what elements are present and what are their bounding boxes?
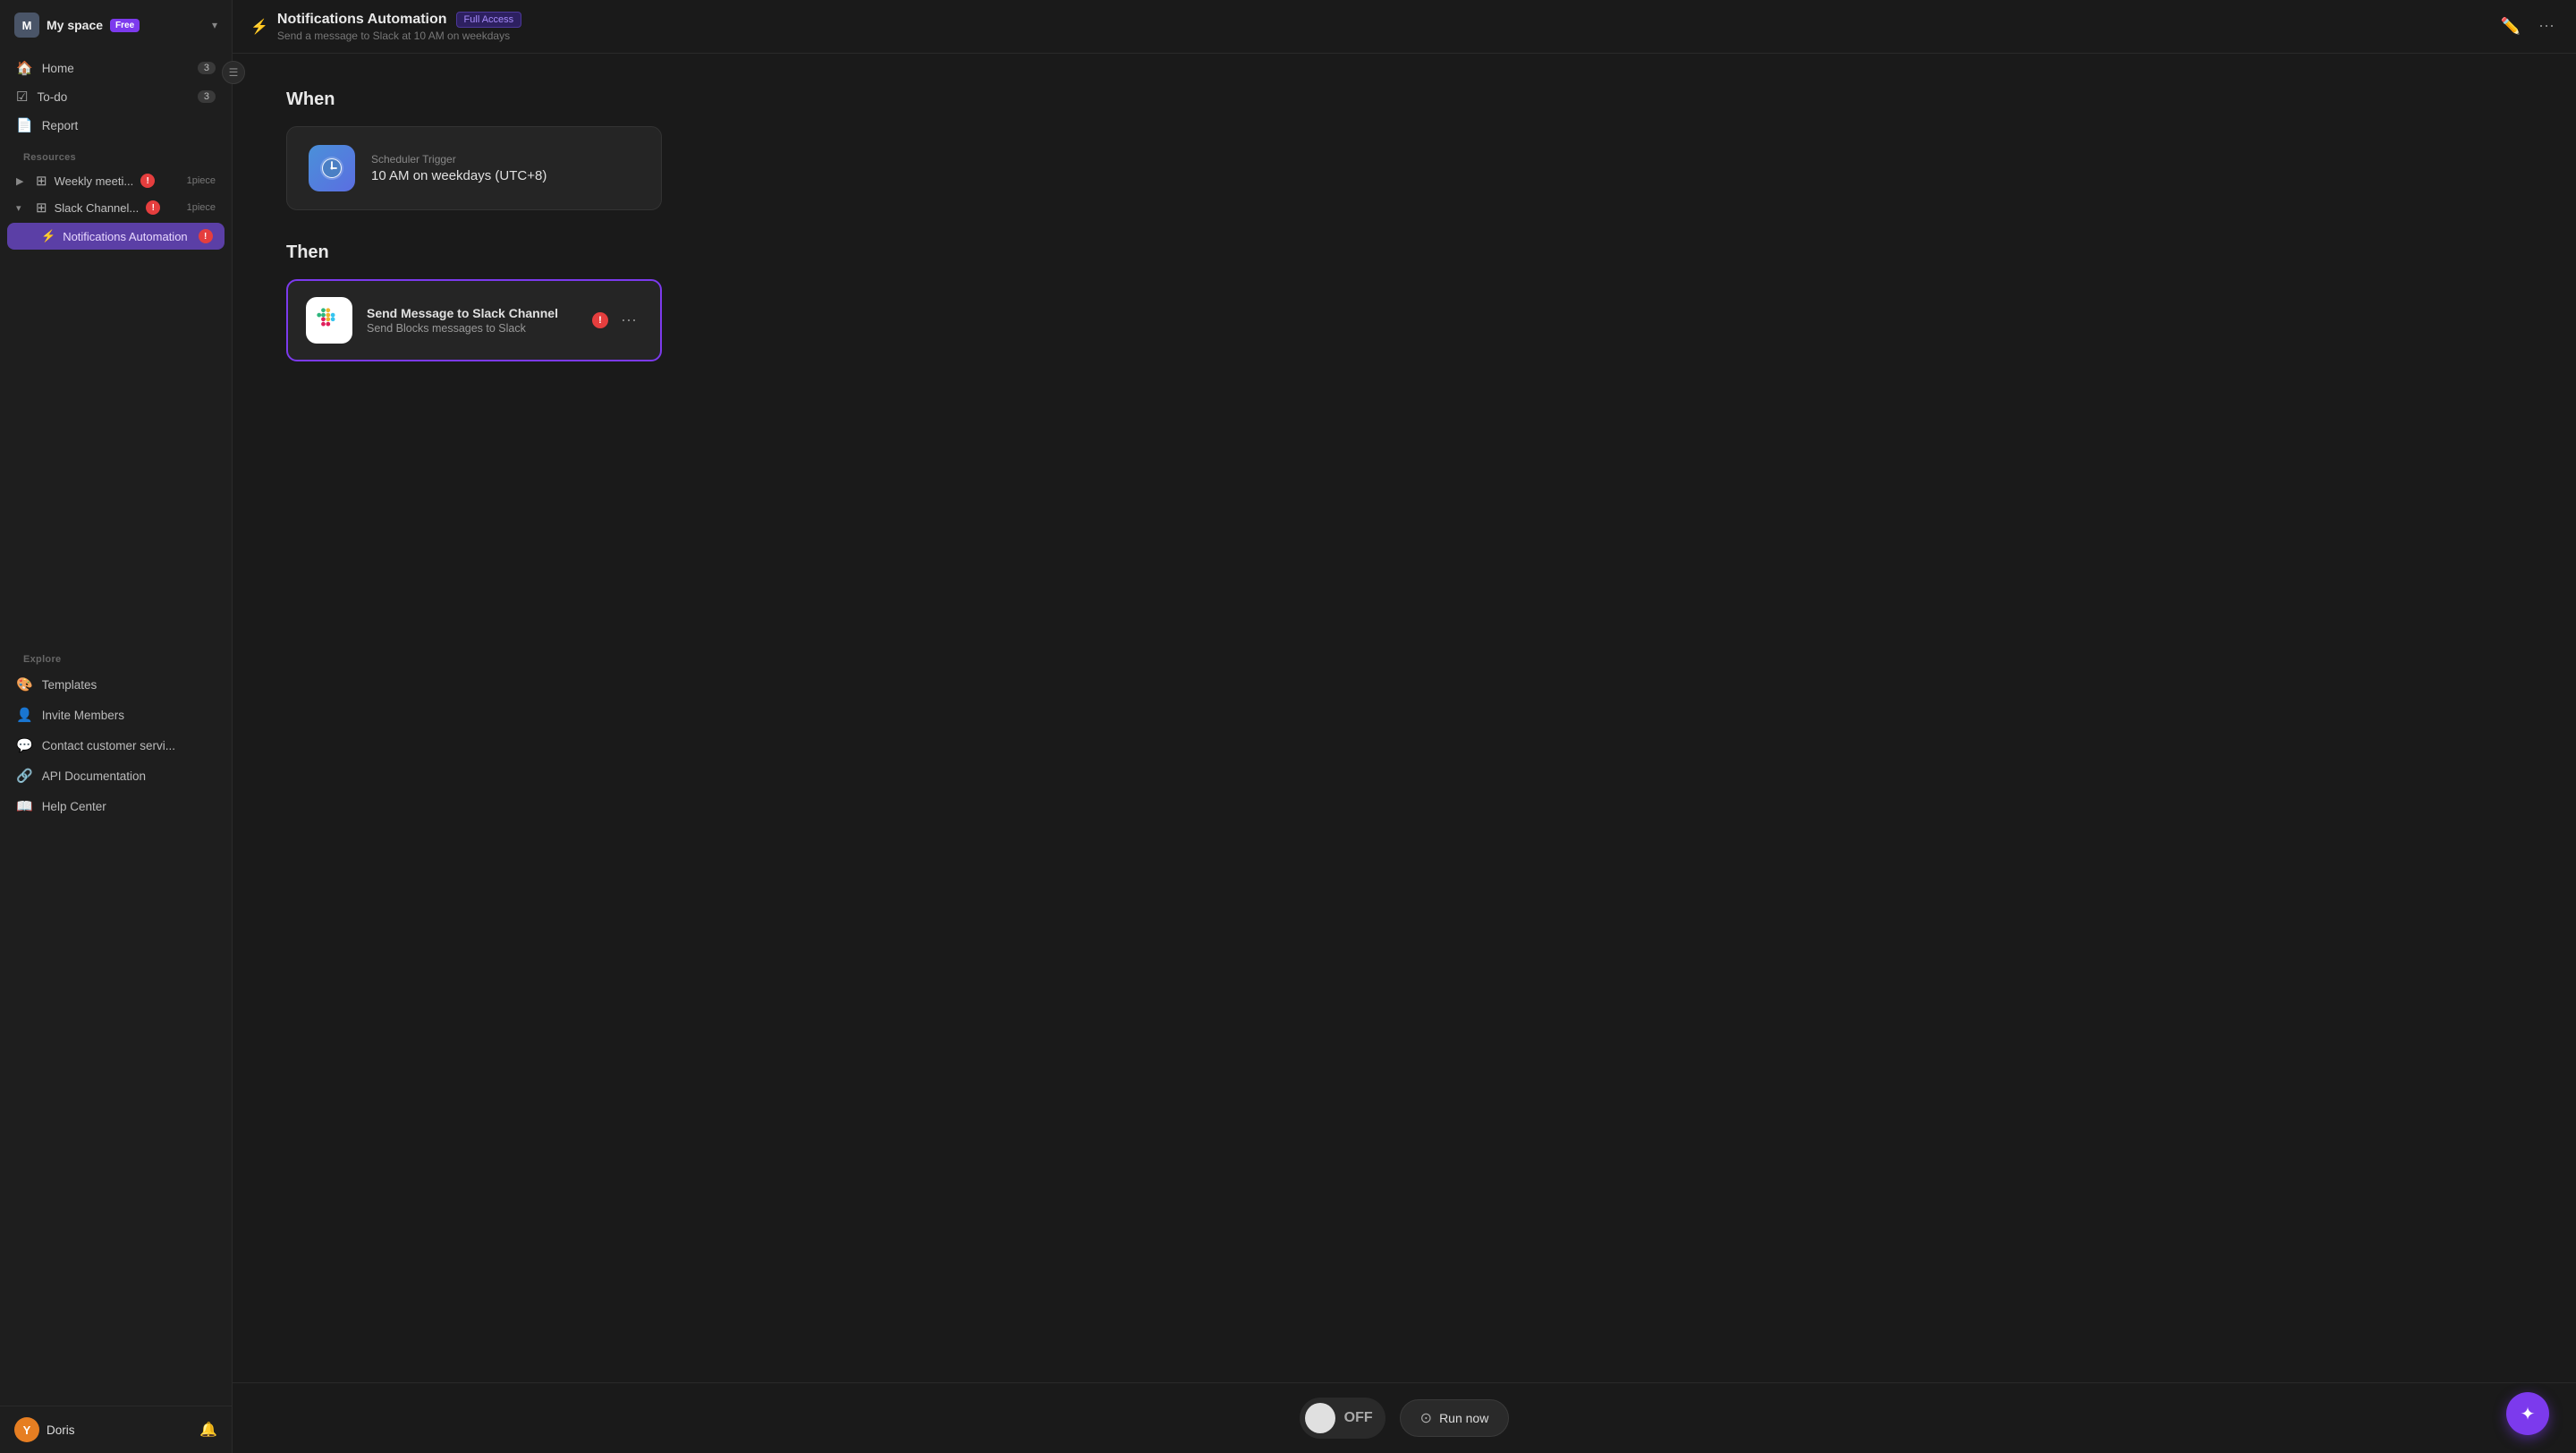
collapse-icon: ☰: [229, 66, 239, 79]
contact-icon: 💬: [16, 737, 33, 753]
weekly-piece: 1piece: [187, 175, 216, 186]
automation-label: Notifications Automation: [63, 230, 187, 243]
automation-icon: ⚡: [41, 229, 55, 243]
main-content: ⚡ Notifications Automation Full Access S…: [233, 0, 2576, 1453]
workspace-name: My space: [47, 18, 103, 32]
sidebar-item-home[interactable]: 🏠 Home 3: [7, 54, 225, 82]
sidebar-item-automation[interactable]: ⚡ Notifications Automation !: [7, 223, 225, 250]
user-avatar: Y: [14, 1417, 39, 1442]
toggle-knob: [1305, 1403, 1335, 1433]
sidebar-item-help[interactable]: 📖 Help Center: [7, 791, 225, 821]
run-now-label: Run now: [1439, 1411, 1488, 1425]
plan-badge: Free: [110, 19, 140, 32]
report-icon: 📄: [16, 117, 33, 133]
bottom-bar: OFF ⊙ Run now: [233, 1382, 2576, 1453]
sidebar-item-slack[interactable]: ▾ ⊞ Slack Channel... ! 1piece: [7, 194, 225, 221]
api-label: API Documentation: [42, 769, 146, 783]
chevron-down-icon: ▾: [212, 19, 217, 31]
action-title: Send Message to Slack Channel: [367, 306, 558, 320]
sidebar-item-todo-label: To-do: [37, 90, 67, 104]
action-menu-button[interactable]: ⋯: [615, 310, 642, 332]
action-card-menu: ! ⋯: [592, 310, 642, 332]
automation-topbar-icon: ⚡: [250, 18, 268, 36]
resources-section-label: Resources: [7, 140, 225, 167]
explore-section: Explore 🎨 Templates 👤 Invite Members 💬 C…: [0, 634, 232, 828]
user-name: Doris: [47, 1423, 75, 1437]
slack-piece: 1piece: [187, 202, 216, 213]
weekly-label: Weekly meeti...: [55, 174, 134, 188]
slack-label: Slack Channel...: [55, 201, 140, 215]
todo-badge: 3: [198, 90, 216, 103]
bell-icon[interactable]: 🔔: [199, 1421, 217, 1439]
action-error-badge: !: [592, 312, 608, 328]
sidebar-item-invite[interactable]: 👤 Invite Members: [7, 700, 225, 730]
contact-label: Contact customer servi...: [42, 739, 175, 752]
topbar-title-group: Notifications Automation Full Access Sen…: [277, 12, 521, 42]
sidebar-item-contact[interactable]: 💬 Contact customer servi...: [7, 730, 225, 760]
expand-icon: ▾: [16, 202, 29, 214]
sidebar-item-home-label: Home: [42, 62, 74, 75]
topbar: ⚡ Notifications Automation Full Access S…: [233, 0, 2576, 54]
trigger-info: Scheduler Trigger 10 AM on weekdays (UTC…: [371, 153, 547, 183]
templates-icon: 🎨: [16, 676, 33, 693]
automation-err-badge: !: [199, 229, 213, 243]
grid-icon: ⊞: [36, 173, 47, 189]
sidebar-nav: 🏠 Home 3 ☑ To-do 3 📄 Report Resources ▶ …: [0, 50, 232, 634]
slack-icon: [306, 297, 352, 344]
workspace-header[interactable]: M My space Free ▾: [0, 0, 232, 50]
topbar-actions: ✏️ ⋯: [2497, 13, 2558, 39]
toggle-label: OFF: [1344, 1410, 1378, 1426]
sidebar-item-weekly[interactable]: ▶ ⊞ Weekly meeti... ! 1piece: [7, 167, 225, 194]
sidebar-collapse-button[interactable]: ☰: [222, 61, 245, 84]
invite-icon: 👤: [16, 707, 33, 723]
page-subtitle: Send a message to Slack at 10 AM on week…: [277, 30, 521, 42]
edit-button[interactable]: ✏️: [2497, 13, 2524, 39]
more-button[interactable]: ⋯: [2535, 13, 2558, 39]
sidebar-item-report[interactable]: 📄 Report: [7, 111, 225, 140]
fab-icon: ✦: [2521, 1403, 2536, 1425]
slack-logo-svg: [315, 306, 343, 335]
sidebar: M My space Free ▾ 🏠 Home 3 ☑ To-do 3 📄 R…: [0, 0, 233, 1453]
action-card[interactable]: Send Message to Slack Channel Send Block…: [286, 279, 662, 361]
run-now-button[interactable]: ⊙ Run now: [1400, 1399, 1510, 1437]
then-title: Then: [286, 242, 662, 263]
home-badge: 3: [198, 62, 216, 74]
access-badge: Full Access: [456, 12, 522, 28]
grid-icon: ⊞: [36, 200, 47, 216]
todo-icon: ☑: [16, 89, 28, 105]
invite-label: Invite Members: [42, 709, 124, 722]
action-subtitle: Send Blocks messages to Slack: [367, 322, 558, 335]
sidebar-footer: Y Doris 🔔: [0, 1406, 232, 1453]
slack-err-badge: !: [146, 200, 160, 215]
help-label: Help Center: [42, 800, 106, 813]
api-icon: 🔗: [16, 768, 33, 784]
help-icon: 📖: [16, 798, 33, 814]
toggle-switch[interactable]: OFF: [1300, 1398, 1385, 1439]
home-icon: 🏠: [16, 60, 33, 76]
when-title: When: [286, 89, 335, 110]
scheduler-icon: [309, 145, 355, 191]
sidebar-item-report-label: Report: [42, 119, 79, 132]
sidebar-item-api[interactable]: 🔗 API Documentation: [7, 760, 225, 791]
weekly-err-badge: !: [140, 174, 155, 188]
templates-label: Templates: [42, 678, 97, 692]
run-icon: ⊙: [1420, 1409, 1432, 1427]
workspace-avatar: M: [14, 13, 39, 38]
clock-svg: [318, 155, 345, 182]
sidebar-item-templates[interactable]: 🎨 Templates: [7, 669, 225, 700]
action-info: Send Message to Slack Channel Send Block…: [367, 306, 558, 335]
fab-button[interactable]: ✦: [2506, 1392, 2549, 1435]
trigger-card[interactable]: Scheduler Trigger 10 AM on weekdays (UTC…: [286, 126, 662, 210]
page-title: Notifications Automation: [277, 12, 447, 28]
then-section: Then: [286, 242, 662, 361]
trigger-label: Scheduler Trigger: [371, 153, 547, 166]
explore-section-label: Explore: [7, 642, 225, 669]
expand-icon: ▶: [16, 175, 29, 187]
sidebar-item-todo[interactable]: ☑ To-do 3: [7, 82, 225, 111]
automation-content: When Scheduler Trigger 10 AM on weekdays…: [233, 54, 2576, 1453]
trigger-value: 10 AM on weekdays (UTC+8): [371, 168, 547, 183]
